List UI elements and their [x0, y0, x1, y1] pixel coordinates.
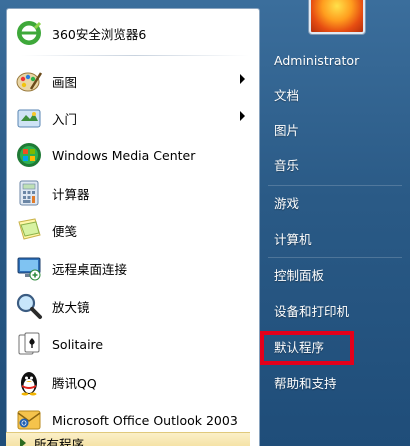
program-item-sticky-notes[interactable]: 便笺 — [11, 212, 255, 248]
right-separator — [268, 185, 402, 186]
right-item-label: 音乐 — [274, 158, 300, 173]
sticky-notes-icon — [14, 215, 44, 245]
svg-text:O: O — [21, 421, 27, 428]
pinned-item-360-browser[interactable]: 360安全浏览器6 — [11, 15, 255, 51]
program-label: Microsoft Office Outlook 2003 — [52, 412, 238, 428]
all-programs-label: 所有程序 — [34, 436, 85, 446]
program-item-calculator[interactable]: 计算器 — [11, 175, 255, 211]
program-label: 入门 — [52, 111, 78, 127]
solitaire-icon — [14, 329, 44, 359]
right-item-documents[interactable]: 文档 — [274, 86, 299, 106]
right-separator — [268, 257, 402, 258]
remote-desktop-icon — [14, 253, 44, 283]
program-item-media-center[interactable]: Windows Media Center — [11, 137, 255, 173]
right-item-label: 帮助和支持 — [274, 376, 337, 391]
program-label: 远程桌面连接 — [52, 261, 128, 277]
program-item-getting-started[interactable]: 入门 — [11, 100, 255, 136]
right-item-label: 计算机 — [274, 232, 312, 247]
submenu-arrow-icon[interactable] — [240, 74, 245, 84]
user-picture-flower-avatar[interactable] — [309, 0, 365, 34]
right-item-pictures[interactable]: 图片 — [274, 121, 299, 141]
qq-penguin-icon — [14, 367, 44, 397]
right-item-label: 图片 — [274, 123, 300, 138]
program-item-remote-desktop[interactable]: 远程桌面连接 — [11, 250, 255, 286]
right-item-music[interactable]: 音乐 — [274, 156, 299, 176]
submenu-arrow-icon[interactable] — [240, 111, 245, 121]
media-center-icon — [14, 140, 44, 170]
program-label: 放大镜 — [52, 299, 90, 315]
right-item-computer[interactable]: 计算机 — [274, 230, 312, 250]
start-menu: 360安全浏览器6 画图 入门 Windows Media Center 计算器… — [0, 0, 410, 446]
right-item-label: Administrator — [274, 53, 360, 68]
program-item-solitaire[interactable]: Solitaire — [11, 326, 255, 362]
right-item-label: 控制面板 — [274, 268, 325, 283]
right-item-label: 游戏 — [274, 196, 300, 211]
all-programs-button[interactable]: 所有程序 — [6, 432, 250, 446]
right-item-control-panel[interactable]: 控制面板 — [274, 266, 324, 286]
right-item-administrator[interactable]: Administrator — [274, 51, 359, 71]
right-item-label: 设备和打印机 — [274, 304, 350, 319]
magnifier-icon — [14, 291, 44, 321]
program-label: 计算器 — [52, 186, 90, 202]
program-label: Solitaire — [52, 336, 104, 352]
program-item-magnifier[interactable]: 放大镜 — [11, 288, 255, 324]
right-item-help-support[interactable]: 帮助和支持 — [274, 374, 337, 394]
program-label: 画图 — [52, 74, 78, 90]
program-item-qq[interactable]: 腾讯QQ — [11, 364, 255, 400]
pinned-separator — [21, 55, 249, 56]
paint-icon — [14, 66, 44, 96]
program-item-paint[interactable]: 画图 — [11, 63, 255, 99]
360-browser-icon — [14, 18, 44, 48]
program-label: 便笺 — [52, 223, 78, 239]
programs-pane: 360安全浏览器6 画图 入门 Windows Media Center 计算器… — [6, 8, 260, 446]
highlight-box — [260, 331, 354, 365]
program-label: Windows Media Center — [52, 147, 196, 163]
right-item-games[interactable]: 游戏 — [274, 194, 299, 214]
right-item-label: 文档 — [274, 88, 300, 103]
right-item-devices-printers[interactable]: 设备和打印机 — [274, 302, 349, 322]
pinned-item-label: 360安全浏览器6 — [52, 26, 147, 42]
triangle-right-icon — [20, 438, 26, 446]
outlook-icon: O — [14, 405, 44, 435]
getting-started-icon — [14, 103, 44, 133]
calculator-icon — [14, 178, 44, 208]
program-label: 腾讯QQ — [52, 375, 97, 391]
